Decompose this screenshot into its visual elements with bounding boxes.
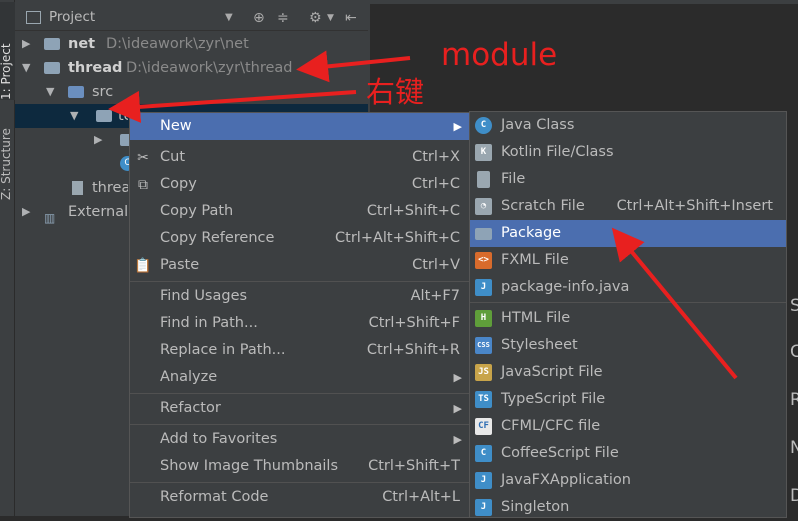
arrow-to-package-folder — [108, 90, 357, 123]
arrow-to-module — [296, 50, 411, 83]
annotation-arrows — [108, 50, 738, 380]
arrow-to-new-package — [611, 227, 738, 380]
